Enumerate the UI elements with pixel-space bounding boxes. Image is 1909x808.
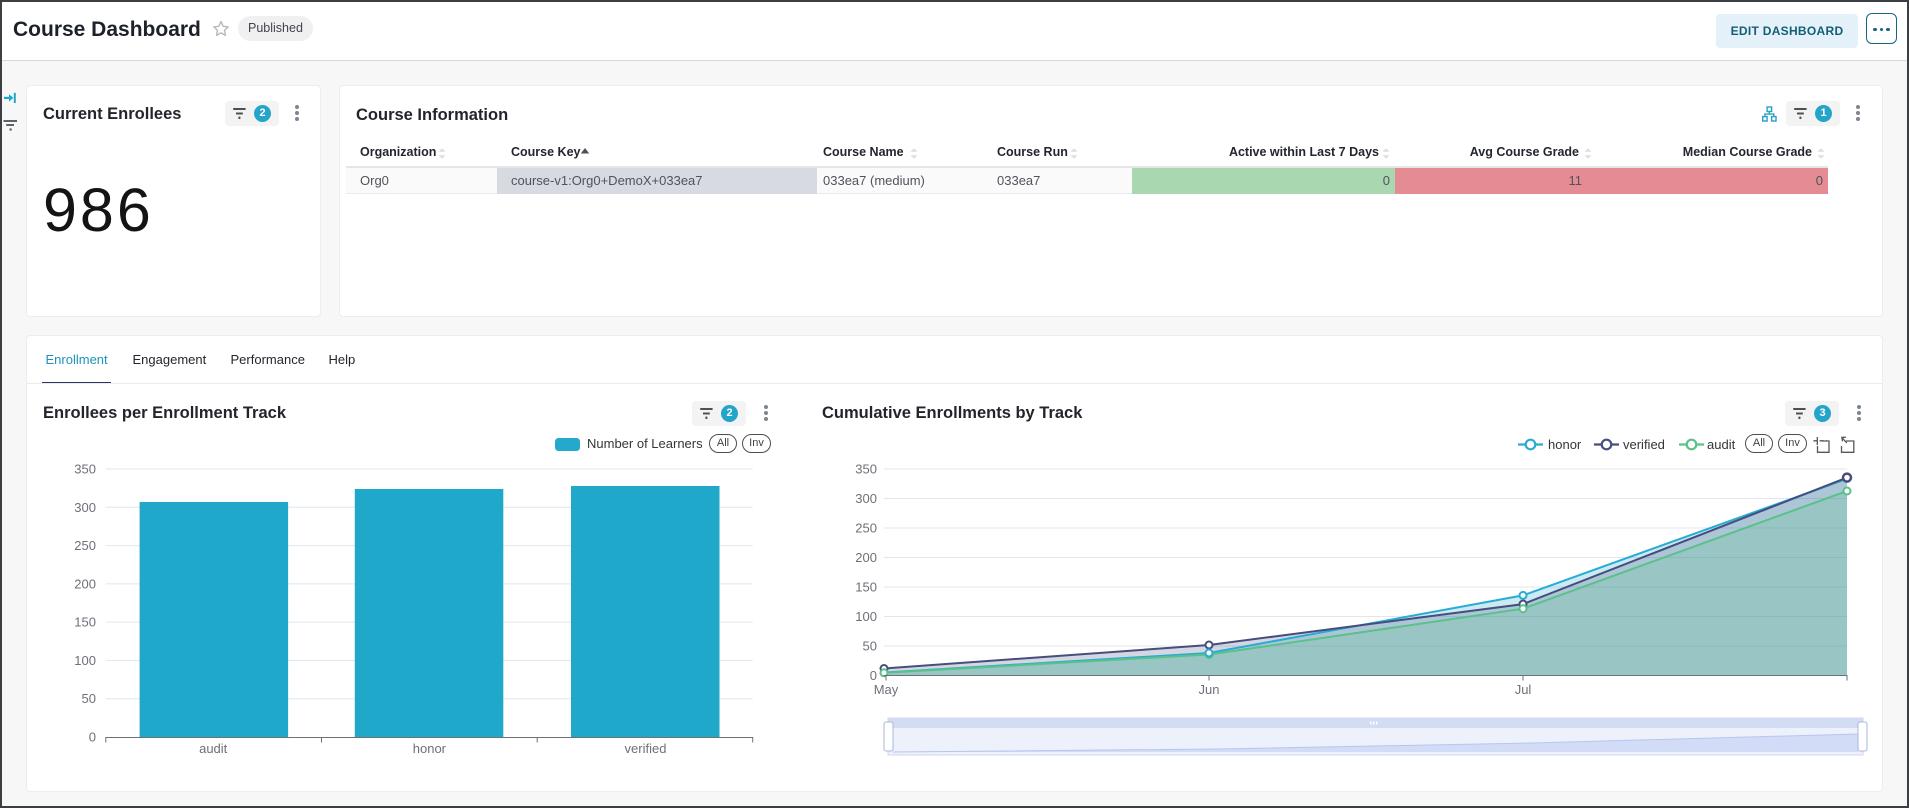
svg-text:0: 0 bbox=[89, 730, 96, 745]
svg-text:100: 100 bbox=[74, 653, 96, 668]
svg-text:250: 250 bbox=[855, 521, 877, 536]
svg-text:Jul: Jul bbox=[1515, 682, 1532, 697]
svg-text:250: 250 bbox=[74, 538, 96, 553]
svg-text:honor: honor bbox=[413, 741, 447, 756]
svg-text:50: 50 bbox=[82, 691, 96, 706]
svg-text:audit: audit bbox=[199, 741, 228, 756]
svg-text:300: 300 bbox=[855, 491, 877, 506]
svg-text:350: 350 bbox=[855, 462, 877, 477]
svg-text:May: May bbox=[874, 682, 899, 697]
svg-text:100: 100 bbox=[855, 609, 877, 624]
svg-text:350: 350 bbox=[74, 462, 96, 477]
svg-text:verified: verified bbox=[625, 741, 667, 756]
svg-text:300: 300 bbox=[74, 500, 96, 515]
svg-text:50: 50 bbox=[863, 639, 877, 654]
svg-text:200: 200 bbox=[855, 550, 877, 565]
svg-text:200: 200 bbox=[74, 576, 96, 591]
svg-text:0: 0 bbox=[870, 668, 877, 683]
svg-text:150: 150 bbox=[855, 580, 877, 595]
svg-text:150: 150 bbox=[74, 615, 96, 630]
svg-text:Jun: Jun bbox=[1199, 682, 1220, 697]
